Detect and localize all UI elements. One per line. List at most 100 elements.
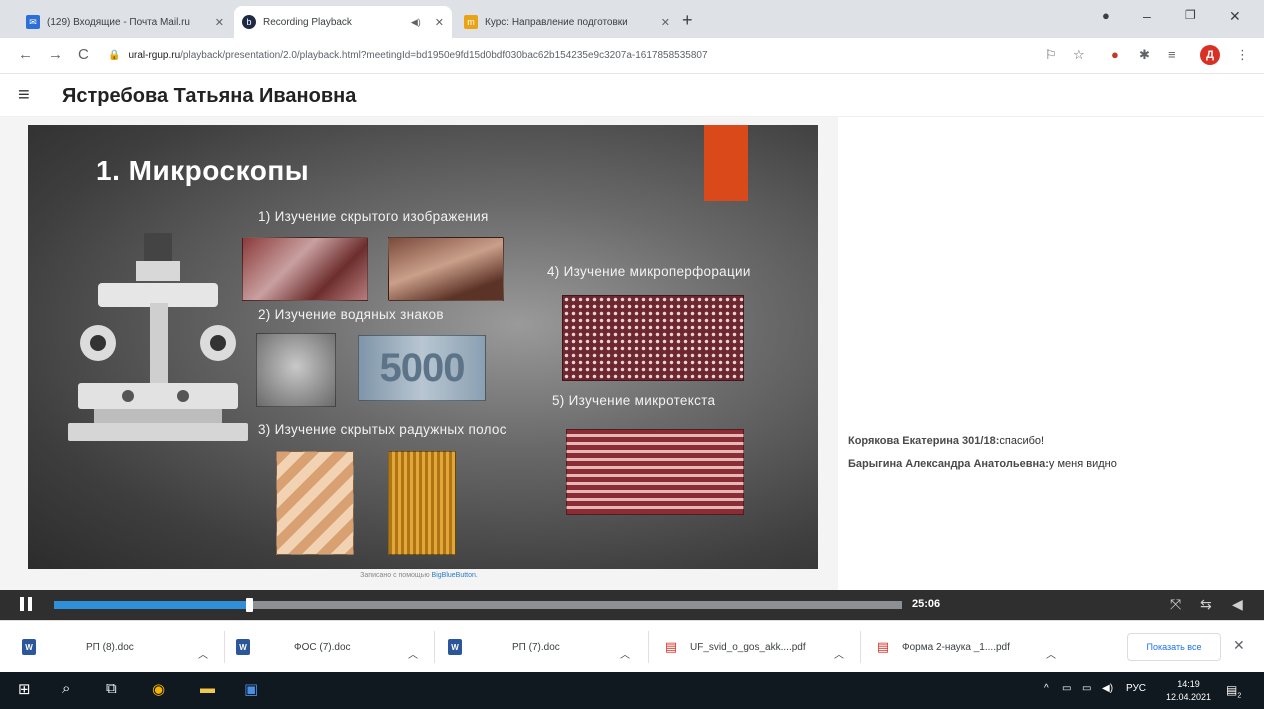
microtext-photo — [566, 429, 744, 515]
speaker-icon[interactable]: ◀) — [411, 17, 421, 28]
word-doc-icon: W — [236, 639, 250, 655]
search-icon[interactable]: ⌕ — [62, 680, 70, 697]
progress-bar[interactable] — [54, 598, 902, 612]
browser-tab-strip: ✉ (129) Входящие - Почта Mail.ru ✕ b Rec… — [0, 0, 1264, 38]
rainbow-stripes-photo — [388, 451, 456, 555]
duration-display: 25:06 — [912, 598, 941, 610]
tab-mail[interactable]: ✉ (129) Входящие - Почта Mail.ru ✕ — [18, 6, 232, 38]
url-host: ural-rgup.ru — [128, 49, 181, 61]
bigbluebutton-icon: b — [242, 15, 256, 29]
slide-item-4: 4) Изучение микроперфорации — [547, 264, 751, 279]
chat-text: у меня видно — [1048, 458, 1117, 470]
minimize-button[interactable]: – — [1143, 8, 1151, 24]
slide-item-3: 3) Изучение скрытых радужных полос — [258, 422, 507, 437]
bigbluebutton-link[interactable]: BigBlueButton. — [432, 572, 478, 579]
rainbow-stripes-photo — [276, 451, 354, 555]
presentation-slide: 1. Микроскопы 1) Изучение скрытого изобр… — [28, 125, 818, 569]
hamburger-menu-icon[interactable]: ≡ — [18, 84, 30, 107]
chat-author: Барыгина Александра Анатольевна: — [848, 458, 1049, 470]
network-icon[interactable]: ▭ — [1062, 683, 1071, 694]
lock-icon: 🔒 — [108, 49, 121, 61]
presentation-area: 1. Микроскопы 1) Изучение скрытого изобр… — [0, 117, 838, 590]
pause-button[interactable] — [18, 597, 34, 613]
back-button[interactable]: ← — [18, 46, 33, 63]
windows-start-icon[interactable]: ⊞ — [18, 680, 31, 698]
latent-image-photo — [388, 237, 504, 301]
close-icon[interactable]: ✕ — [215, 16, 224, 29]
close-icon[interactable]: ✕ — [661, 16, 670, 29]
restore-button[interactable]: ❐ — [1185, 8, 1196, 22]
extension-icon[interactable]: ● — [1111, 47, 1119, 62]
download-name: РП (8).doc — [86, 641, 134, 653]
notifications-icon[interactable]: ▤2 — [1226, 683, 1241, 699]
translate-icon[interactable]: ⚐ — [1045, 47, 1057, 63]
chat-panel: Корякова Екатерина 301/18:спасибо! Барыг… — [838, 117, 1264, 590]
tray-chevron-icon[interactable]: ^ — [1044, 683, 1049, 694]
swap-layout-icon[interactable]: ⇆ — [1200, 596, 1212, 613]
download-item[interactable]: W РП (8).doc — [22, 635, 134, 659]
download-item[interactable]: ▤ UF_svid_o_gos_akk....pdf — [664, 635, 806, 659]
slide-title: 1. Микроскопы — [96, 155, 310, 186]
chevron-up-icon[interactable]: ︿ — [620, 641, 630, 665]
download-item[interactable]: W РП (7).doc — [448, 635, 560, 659]
chevron-up-icon[interactable]: ︿ — [834, 641, 844, 665]
task-view-icon[interactable]: ⧉ — [106, 680, 117, 697]
close-downloads-icon[interactable]: ✕ — [1233, 637, 1245, 654]
tab-title: Курс: Направление подготовки — [485, 16, 628, 28]
slide-item-5: 5) Изучение микротекста — [552, 393, 716, 408]
extensions-puzzle-icon[interactable]: ✱ — [1139, 47, 1150, 63]
downloads-shelf: W РП (8).doc ︿ W ФОС (7).doc ︿ W РП (7).… — [0, 620, 1264, 672]
tab-recording-playback[interactable]: b Recording Playback ◀) ✕ — [234, 6, 452, 38]
show-all-downloads-button[interactable]: Показать все — [1127, 633, 1221, 661]
windows-taskbar: ⊞ ⌕ ⧉ ◉ ▬ ▣ ^ ▭ ▭ ◀) РУС 14:19 12.04.202… — [0, 672, 1264, 709]
tab-title: (129) Входящие - Почта Mail.ru — [47, 16, 190, 28]
language-indicator[interactable]: РУС — [1126, 683, 1146, 694]
playback-header: ≡ Ястребова Татьяна Ивановна — [0, 75, 1264, 117]
progress-handle[interactable] — [246, 598, 253, 612]
download-name: РП (7).doc — [512, 641, 560, 653]
pdf-icon: ▤ — [664, 639, 678, 655]
watermark-portrait-photo — [256, 333, 336, 407]
mail-icon: ✉ — [26, 15, 40, 29]
account-circle-icon[interactable]: ● — [1102, 8, 1110, 23]
download-item[interactable]: W ФОС (7).doc — [236, 635, 351, 659]
chat-message: Корякова Екатерина 301/18:спасибо! — [848, 435, 1044, 447]
reading-list-icon[interactable]: ≡ — [1168, 47, 1176, 62]
moodle-icon: m — [464, 15, 478, 29]
word-taskbar-icon[interactable]: ▣ — [244, 680, 258, 698]
chevron-up-icon[interactable]: ︿ — [198, 641, 208, 665]
download-name: UF_svid_o_gos_akk....pdf — [690, 641, 806, 653]
slide-accent-bar — [704, 125, 748, 201]
bookmark-star-icon[interactable]: ☆ — [1073, 47, 1085, 63]
tab-course[interactable]: m Курс: Направление подготовки ✕ — [456, 6, 678, 38]
chevron-up-icon[interactable]: ︿ — [1046, 641, 1056, 665]
system-clock[interactable]: 14:19 12.04.2021 — [1166, 678, 1211, 704]
address-bar[interactable]: 🔒 ural-rgup.ru/playback/presentation/2.0… — [108, 43, 1008, 67]
tab-title: Recording Playback — [263, 16, 352, 28]
chrome-icon[interactable]: ◉ — [152, 680, 165, 698]
monitor-icon[interactable]: ▭ — [1082, 683, 1091, 694]
recorded-with-note: Записано с помощью BigBlueButton. — [360, 572, 478, 579]
chat-text: спасибо! — [999, 435, 1045, 447]
menu-kebab-icon[interactable]: ⋮ — [1236, 47, 1249, 63]
forward-button[interactable]: → — [48, 46, 63, 63]
word-doc-icon: W — [22, 639, 36, 655]
progress-fill — [54, 601, 249, 609]
reload-button[interactable]: C — [78, 46, 89, 63]
volume-tray-icon[interactable]: ◀) — [1102, 683, 1113, 694]
volume-icon[interactable]: ◀ — [1232, 596, 1243, 613]
download-name: ФОС (7).doc — [294, 641, 351, 653]
chevron-up-icon[interactable]: ︿ — [408, 641, 418, 665]
chat-author: Корякова Екатерина 301/18: — [848, 435, 1000, 447]
url-path: /playback/presentation/2.0/playback.html… — [180, 49, 708, 61]
clock-date: 12.04.2021 — [1166, 692, 1212, 702]
file-explorer-icon[interactable]: ▬ — [200, 680, 215, 697]
microscope-image — [68, 233, 248, 441]
watermark-number-photo: 5000 — [358, 335, 486, 401]
profile-avatar[interactable]: Д — [1200, 45, 1220, 65]
close-icon[interactable]: ✕ — [435, 16, 444, 29]
new-tab-button[interactable]: + — [682, 10, 693, 31]
fullscreen-icon[interactable]: ⤧ — [1170, 596, 1181, 613]
close-window-button[interactable]: ✕ — [1229, 8, 1241, 25]
download-item[interactable]: ▤ Форма 2-наука _1....pdf — [876, 635, 1010, 659]
